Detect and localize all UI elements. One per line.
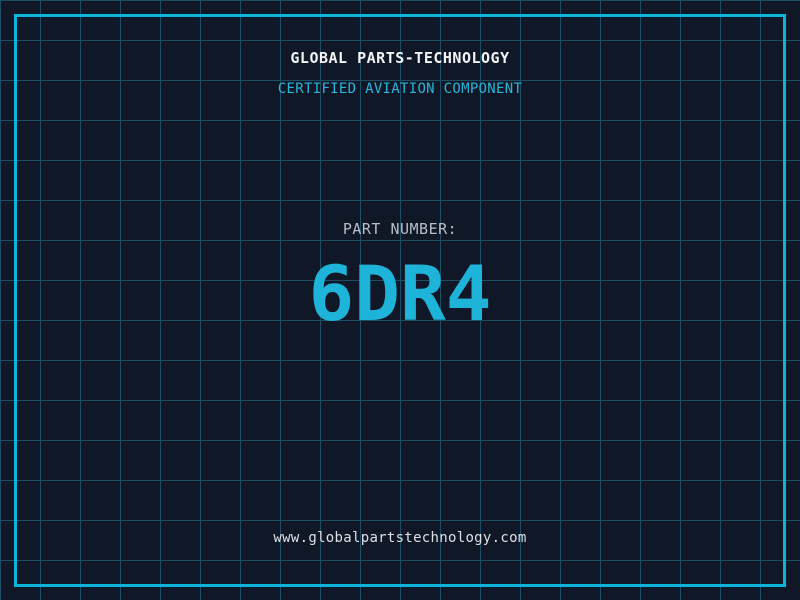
certificate-screen: GLOBAL PARTS-TECHNOLOGY CERTIFIED AVIATI…	[0, 0, 800, 600]
part-number-value: 6DR4	[308, 249, 492, 338]
certification-tagline: CERTIFIED AVIATION COMPONENT	[277, 81, 523, 97]
company-name: GLOBAL PARTS-TECHNOLOGY	[290, 49, 510, 67]
website-url: www.globalpartstechnology.com	[273, 530, 527, 546]
part-number-label: PART NUMBER:	[342, 220, 458, 238]
